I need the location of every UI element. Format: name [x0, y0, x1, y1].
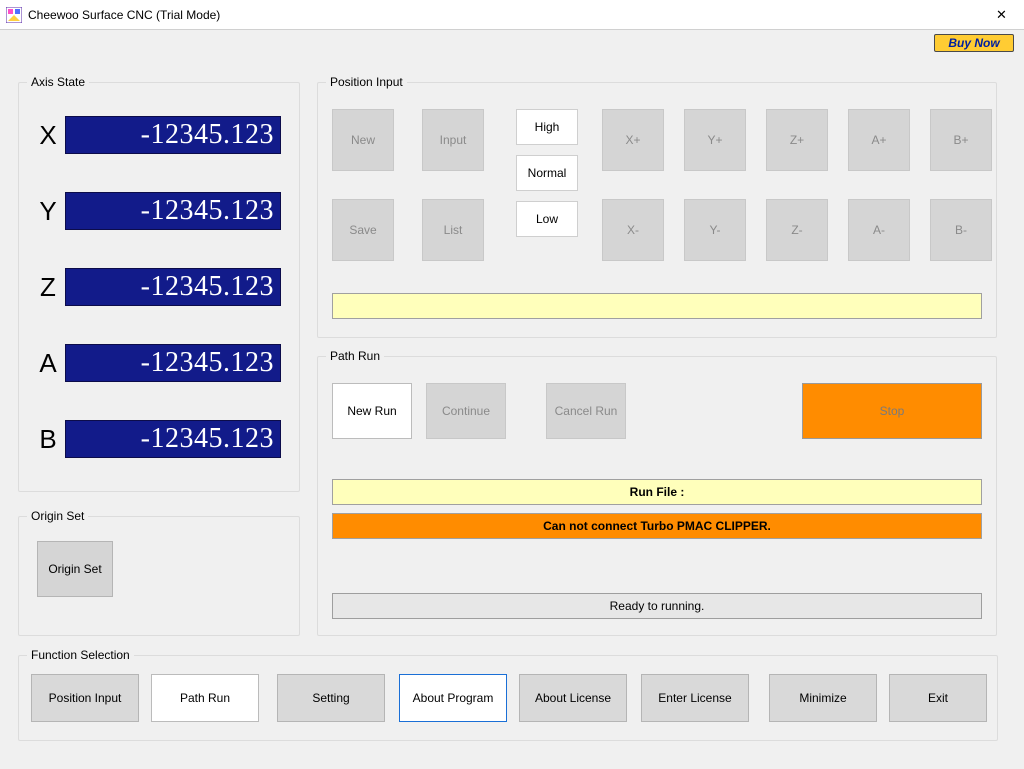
- origin-set-title: Origin Set: [27, 509, 88, 523]
- path-run-group: Path Run New Run Continue Cancel Run Sto…: [317, 356, 997, 636]
- input-button: Input: [422, 109, 484, 171]
- z-minus-button: Z-: [766, 199, 828, 261]
- fn-path-run-button[interactable]: Path Run: [151, 674, 259, 722]
- fn-about-program-button[interactable]: About Program: [399, 674, 507, 722]
- axis-value-x: -12345.123: [65, 116, 281, 154]
- axis-label-y: Y: [31, 198, 65, 224]
- axis-state-title: Axis State: [27, 75, 89, 89]
- fn-position-input-button[interactable]: Position Input: [31, 674, 139, 722]
- axis-label-a: A: [31, 350, 65, 376]
- fn-exit-button[interactable]: Exit: [889, 674, 987, 722]
- speed-high-button[interactable]: High: [516, 109, 578, 145]
- a-plus-button: A+: [848, 109, 910, 171]
- b-plus-button: B+: [930, 109, 992, 171]
- origin-set-group: Origin Set Origin Set: [18, 516, 300, 636]
- x-minus-button: X-: [602, 199, 664, 261]
- new-button: New: [332, 109, 394, 171]
- buy-now-button[interactable]: Buy Now: [934, 34, 1014, 52]
- axis-value-y: -12345.123: [65, 192, 281, 230]
- z-plus-button: Z+: [766, 109, 828, 171]
- speed-low-button[interactable]: Low: [516, 201, 578, 237]
- ready-bar: Ready to running.: [332, 593, 982, 619]
- fn-about-license-button[interactable]: About License: [519, 674, 627, 722]
- y-minus-button: Y-: [684, 199, 746, 261]
- axis-value-b: -12345.123: [65, 420, 281, 458]
- fn-setting-button[interactable]: Setting: [277, 674, 385, 722]
- new-run-button[interactable]: New Run: [332, 383, 412, 439]
- axis-row-a: A -12345.123: [31, 339, 281, 387]
- x-plus-button: X+: [602, 109, 664, 171]
- list-button: List: [422, 199, 484, 261]
- window-title: Cheewoo Surface CNC (Trial Mode): [28, 8, 979, 22]
- save-button: Save: [332, 199, 394, 261]
- axis-row-b: B -12345.123: [31, 415, 281, 463]
- position-input-group: Position Input New Input Save List High …: [317, 82, 997, 338]
- window-close-button[interactable]: ✕: [979, 0, 1024, 30]
- position-input-title: Position Input: [326, 75, 407, 89]
- function-selection-title: Function Selection: [27, 648, 134, 662]
- axis-label-b: B: [31, 426, 65, 452]
- axis-label-x: X: [31, 122, 65, 148]
- speed-normal-button[interactable]: Normal: [516, 155, 578, 191]
- axis-state-group: Axis State X -12345.123 Y -12345.123 Z -…: [18, 82, 300, 492]
- axis-row-x: X -12345.123: [31, 111, 281, 159]
- axis-row-y: Y -12345.123: [31, 187, 281, 235]
- close-icon: ✕: [996, 7, 1007, 23]
- origin-set-button[interactable]: Origin Set: [37, 541, 113, 597]
- y-plus-button: Y+: [684, 109, 746, 171]
- title-bar: Cheewoo Surface CNC (Trial Mode) ✕: [0, 0, 1024, 30]
- a-minus-button: A-: [848, 199, 910, 261]
- app-icon: [6, 7, 22, 23]
- axis-label-z: Z: [31, 274, 65, 300]
- error-bar: Can not connect Turbo PMAC CLIPPER.: [332, 513, 982, 539]
- path-run-title: Path Run: [326, 349, 384, 363]
- stop-button: Stop: [802, 383, 982, 439]
- axis-value-a: -12345.123: [65, 344, 281, 382]
- run-file-bar: Run File :: [332, 479, 982, 505]
- fn-minimize-button[interactable]: Minimize: [769, 674, 877, 722]
- continue-button: Continue: [426, 383, 506, 439]
- position-input-message: [332, 293, 982, 319]
- fn-enter-license-button[interactable]: Enter License: [641, 674, 749, 722]
- cancel-run-button: Cancel Run: [546, 383, 626, 439]
- axis-value-z: -12345.123: [65, 268, 281, 306]
- client-area: Buy Now Axis State X -12345.123 Y -12345…: [0, 30, 1024, 769]
- b-minus-button: B-: [930, 199, 992, 261]
- function-selection-group: Function Selection Position Input Path R…: [18, 655, 998, 741]
- axis-row-z: Z -12345.123: [31, 263, 281, 311]
